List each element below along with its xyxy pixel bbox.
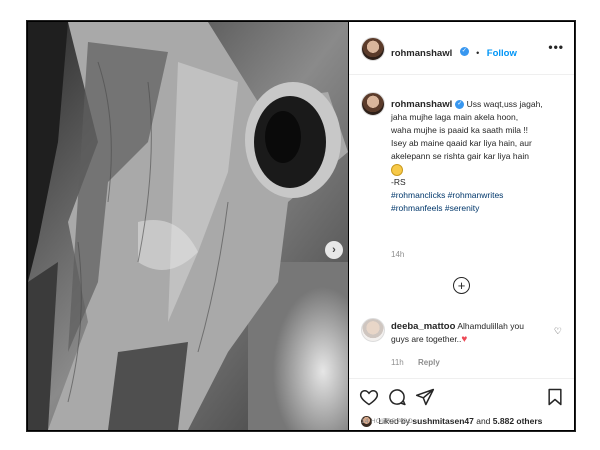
liked-by-and: and: [476, 416, 491, 426]
plus-circle-icon[interactable]: +: [453, 277, 470, 294]
commenter-avatar[interactable]: [361, 318, 385, 342]
caption-line-1: Uss waqt,uss jagah,: [466, 99, 543, 109]
liker-username[interactable]: sushmitasen47: [412, 416, 473, 426]
comment-text: deeba_mattoo Alhamdulillah you guys are …: [391, 320, 541, 346]
hashtags-line-1[interactable]: #rohmanclicks #rohmanwrites: [391, 189, 566, 202]
comment-bubble-icon[interactable]: [387, 387, 407, 407]
verified-badge-icon: ✓: [455, 100, 465, 110]
post-photo[interactable]: ›: [28, 22, 348, 430]
caption-username[interactable]: rohmanshawl: [391, 99, 452, 110]
next-photo-button[interactable]: ›: [325, 241, 343, 259]
caption-line-4: Isey ab maine qaaid kar liya hain, aur: [391, 138, 532, 148]
commenter-username[interactable]: deeba_mattoo: [391, 321, 455, 332]
reply-button[interactable]: Reply: [418, 358, 440, 367]
screenshot-frame: › rohmanshawl ✓ • Follow ••• rohmanshawl…: [0, 0, 600, 450]
separator-dot: •: [476, 48, 480, 58]
post-header: rohmanshawl ✓ • Follow •••: [349, 22, 574, 75]
heart-icon[interactable]: [359, 387, 379, 407]
chevron-right-icon: ›: [332, 244, 336, 256]
post-timestamp: 14 HOURS AGO: [361, 418, 414, 425]
tree-bark-image: [28, 22, 348, 430]
caption-line-2: jaha mujhe laga main akela hoon,: [391, 112, 519, 122]
red-heart-emoji-icon: ♥: [461, 334, 468, 345]
comment-heart-icon[interactable]: ♡: [554, 326, 562, 337]
caption-signature: -RS: [391, 177, 406, 187]
caption-line-5: akelepann se rishta gair kar liya hain: [391, 151, 529, 161]
smiling-face-emoji-icon: [391, 163, 403, 176]
author-avatar[interactable]: [361, 37, 385, 61]
verified-badge-icon: ✓: [459, 47, 469, 57]
author-username[interactable]: rohmanshawl: [391, 48, 452, 59]
header-user-row: rohmanshawl ✓ • Follow: [391, 43, 517, 61]
comment-time: 11h: [391, 358, 404, 367]
post-details-panel: rohmanshawl ✓ • Follow ••• rohmanshawl ✓ …: [349, 22, 574, 430]
caption-line-3: waha mujhe is paaid ka saath mila !!: [391, 125, 529, 135]
bookmark-icon[interactable]: [545, 387, 565, 407]
caption-time: 14h: [391, 250, 405, 259]
instagram-post: › rohmanshawl ✓ • Follow ••• rohmanshawl…: [26, 20, 576, 432]
likes-count[interactable]: 5.882 others: [493, 416, 543, 426]
comment-meta: 11h Reply: [391, 358, 452, 367]
hashtags-line-2[interactable]: #rohmanfeels #serenity: [391, 202, 566, 215]
paper-plane-icon[interactable]: [415, 387, 435, 407]
more-options-icon[interactable]: •••: [548, 40, 564, 54]
caption-avatar[interactable]: [361, 92, 385, 116]
caption-text: rohmanshawl ✓ Uss waqt,uss jagah, jaha mu…: [391, 98, 566, 215]
follow-button[interactable]: Follow: [487, 48, 517, 59]
